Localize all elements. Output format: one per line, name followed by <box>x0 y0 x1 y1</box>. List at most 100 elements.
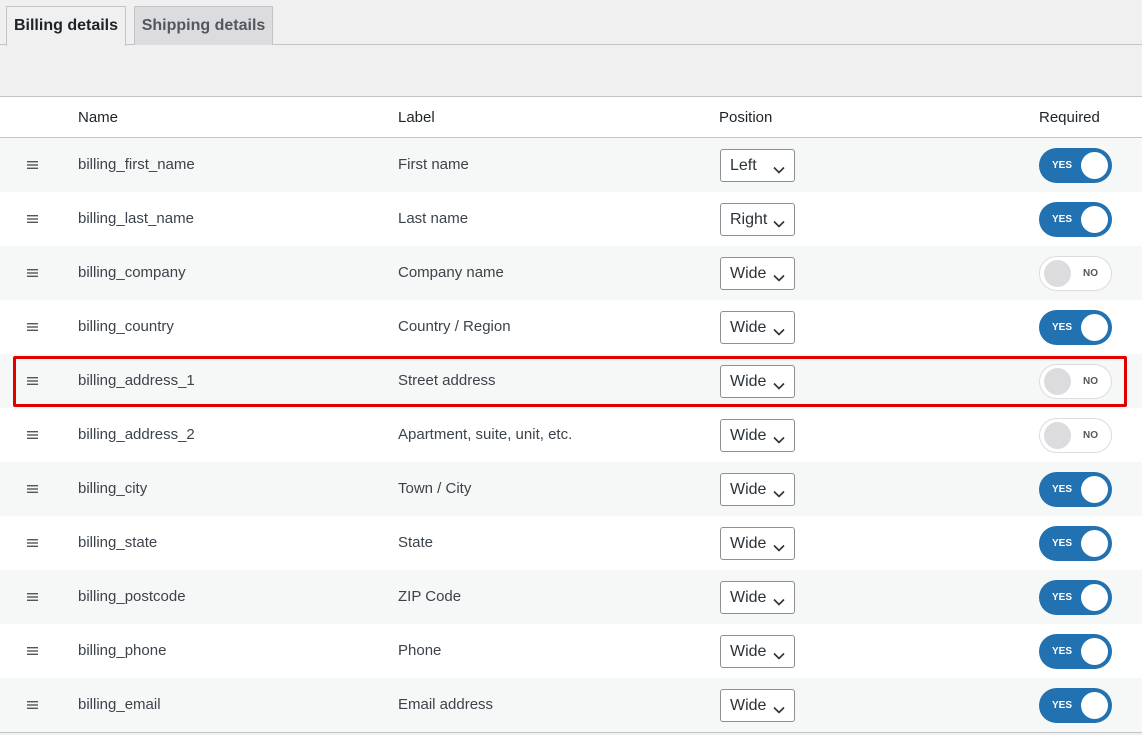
field-label: ZIP Code <box>398 588 462 605</box>
chevron-down-icon <box>773 539 785 557</box>
toggle-state-label: NO <box>1083 376 1098 387</box>
required-toggle[interactable]: YES <box>1039 310 1112 345</box>
toggle-knob <box>1081 692 1108 719</box>
table-row: billing_postcode ZIP Code Wide YES <box>0 570 1142 624</box>
field-name: billing_address_2 <box>78 426 195 443</box>
position-value: Wide <box>730 373 767 390</box>
position-select[interactable]: Wide <box>720 689 795 722</box>
drag-handle-icon[interactable] <box>27 539 38 547</box>
position-select[interactable]: Wide <box>720 581 795 614</box>
field-label: Last name <box>398 210 469 227</box>
required-toggle[interactable]: YES <box>1039 634 1112 669</box>
required-toggle[interactable]: YES <box>1039 688 1112 723</box>
position-select[interactable]: Wide <box>720 311 795 344</box>
chevron-down-icon <box>773 323 785 341</box>
field-name: billing_phone <box>78 642 167 659</box>
toggle-state-label: YES <box>1052 538 1073 549</box>
field-label: First name <box>398 156 469 173</box>
required-toggle[interactable]: YES <box>1039 580 1112 615</box>
table-row: billing_phone Phone Wide YES <box>0 624 1142 678</box>
required-toggle[interactable]: YES <box>1039 472 1112 507</box>
position-select[interactable]: Wide <box>720 635 795 668</box>
field-name: billing_city <box>78 480 148 497</box>
toggle-state-label: YES <box>1052 646 1073 657</box>
position-value: Wide <box>730 427 767 444</box>
position-select[interactable]: Wide <box>720 527 795 560</box>
drag-handle-icon[interactable] <box>27 593 38 601</box>
toggle-state-label: YES <box>1052 700 1073 711</box>
field-label: Town / City <box>398 480 472 497</box>
field-label: Phone <box>398 642 442 659</box>
toggle-knob <box>1081 152 1108 179</box>
position-value: Wide <box>730 589 767 606</box>
field-label: Street address <box>398 372 496 389</box>
field-label: Country / Region <box>398 318 511 335</box>
required-toggle[interactable]: YES <box>1039 526 1112 561</box>
position-select[interactable]: Wide <box>720 473 795 506</box>
toggle-state-label: YES <box>1052 484 1073 495</box>
tab-billing-details[interactable]: Billing details <box>6 6 126 46</box>
tab-bar: Billing details Shipping details <box>0 0 1142 46</box>
field-name: billing_state <box>78 534 158 551</box>
position-value: Wide <box>730 535 767 552</box>
toggle-state-label: NO <box>1083 268 1098 279</box>
position-value: Wide <box>730 697 767 714</box>
toggle-knob <box>1081 638 1108 665</box>
field-label: Email address <box>398 696 494 713</box>
required-toggle[interactable]: NO <box>1039 418 1112 453</box>
drag-handle-icon[interactable] <box>27 377 38 385</box>
table-row: billing_country Country / Region Wide YES <box>0 300 1142 354</box>
toggle-knob <box>1081 314 1108 341</box>
table-row: billing_email Email address Wide YES <box>0 678 1142 732</box>
table-row: billing_address_1 Street address Wide NO <box>0 354 1142 408</box>
table-row: billing_first_name First name Left YES <box>0 138 1142 192</box>
position-value: Wide <box>730 481 767 498</box>
table-body: billing_first_name First name Left YES billi… <box>0 138 1142 732</box>
toggle-knob <box>1044 422 1071 449</box>
drag-handle-icon[interactable] <box>27 701 38 709</box>
column-header-position: Position <box>719 109 773 126</box>
chevron-down-icon <box>773 269 785 287</box>
chevron-down-icon <box>773 647 785 665</box>
field-label: Apartment, suite, unit, etc. <box>398 426 573 443</box>
field-label: Company name <box>398 264 504 281</box>
drag-handle-icon[interactable] <box>27 161 38 169</box>
toggle-state-label: YES <box>1052 160 1073 171</box>
toggle-state-label: NO <box>1083 430 1098 441</box>
tab-shipping-details[interactable]: Shipping details <box>134 6 273 45</box>
drag-handle-icon[interactable] <box>27 269 38 277</box>
chevron-down-icon <box>773 485 785 503</box>
required-toggle[interactable]: NO <box>1039 256 1112 291</box>
field-name: billing_country <box>78 318 174 335</box>
position-value: Wide <box>730 643 767 660</box>
position-value: Wide <box>730 265 767 282</box>
toggle-knob <box>1081 206 1108 233</box>
position-value: Left <box>730 157 757 174</box>
drag-handle-icon[interactable] <box>27 323 38 331</box>
position-select[interactable]: Left <box>720 149 795 182</box>
drag-handle-icon[interactable] <box>27 485 38 493</box>
table-row: billing_city Town / City Wide YES <box>0 462 1142 516</box>
position-select[interactable]: Wide <box>720 365 795 398</box>
toggle-state-label: YES <box>1052 214 1073 225</box>
column-header-name: Name <box>78 109 119 126</box>
chevron-down-icon <box>773 215 785 233</box>
field-name: billing_first_name <box>78 156 195 173</box>
chevron-down-icon <box>773 161 785 179</box>
position-select[interactable]: Wide <box>720 257 795 290</box>
toggle-state-label: YES <box>1052 322 1073 333</box>
drag-handle-icon[interactable] <box>27 647 38 655</box>
drag-handle-icon[interactable] <box>27 431 38 439</box>
required-toggle[interactable]: NO <box>1039 364 1112 399</box>
field-label: State <box>398 534 434 551</box>
required-toggle[interactable]: YES <box>1039 202 1112 237</box>
chevron-down-icon <box>773 431 785 449</box>
field-name: billing_address_1 <box>78 372 195 389</box>
position-select[interactable]: Wide <box>720 419 795 452</box>
required-toggle[interactable]: YES <box>1039 148 1112 183</box>
position-select[interactable]: Right <box>720 203 795 236</box>
table-row: billing_last_name Last name Right YES <box>0 192 1142 246</box>
chevron-down-icon <box>773 593 785 611</box>
table-header: Name Label Position Required <box>0 97 1142 138</box>
drag-handle-icon[interactable] <box>27 215 38 223</box>
